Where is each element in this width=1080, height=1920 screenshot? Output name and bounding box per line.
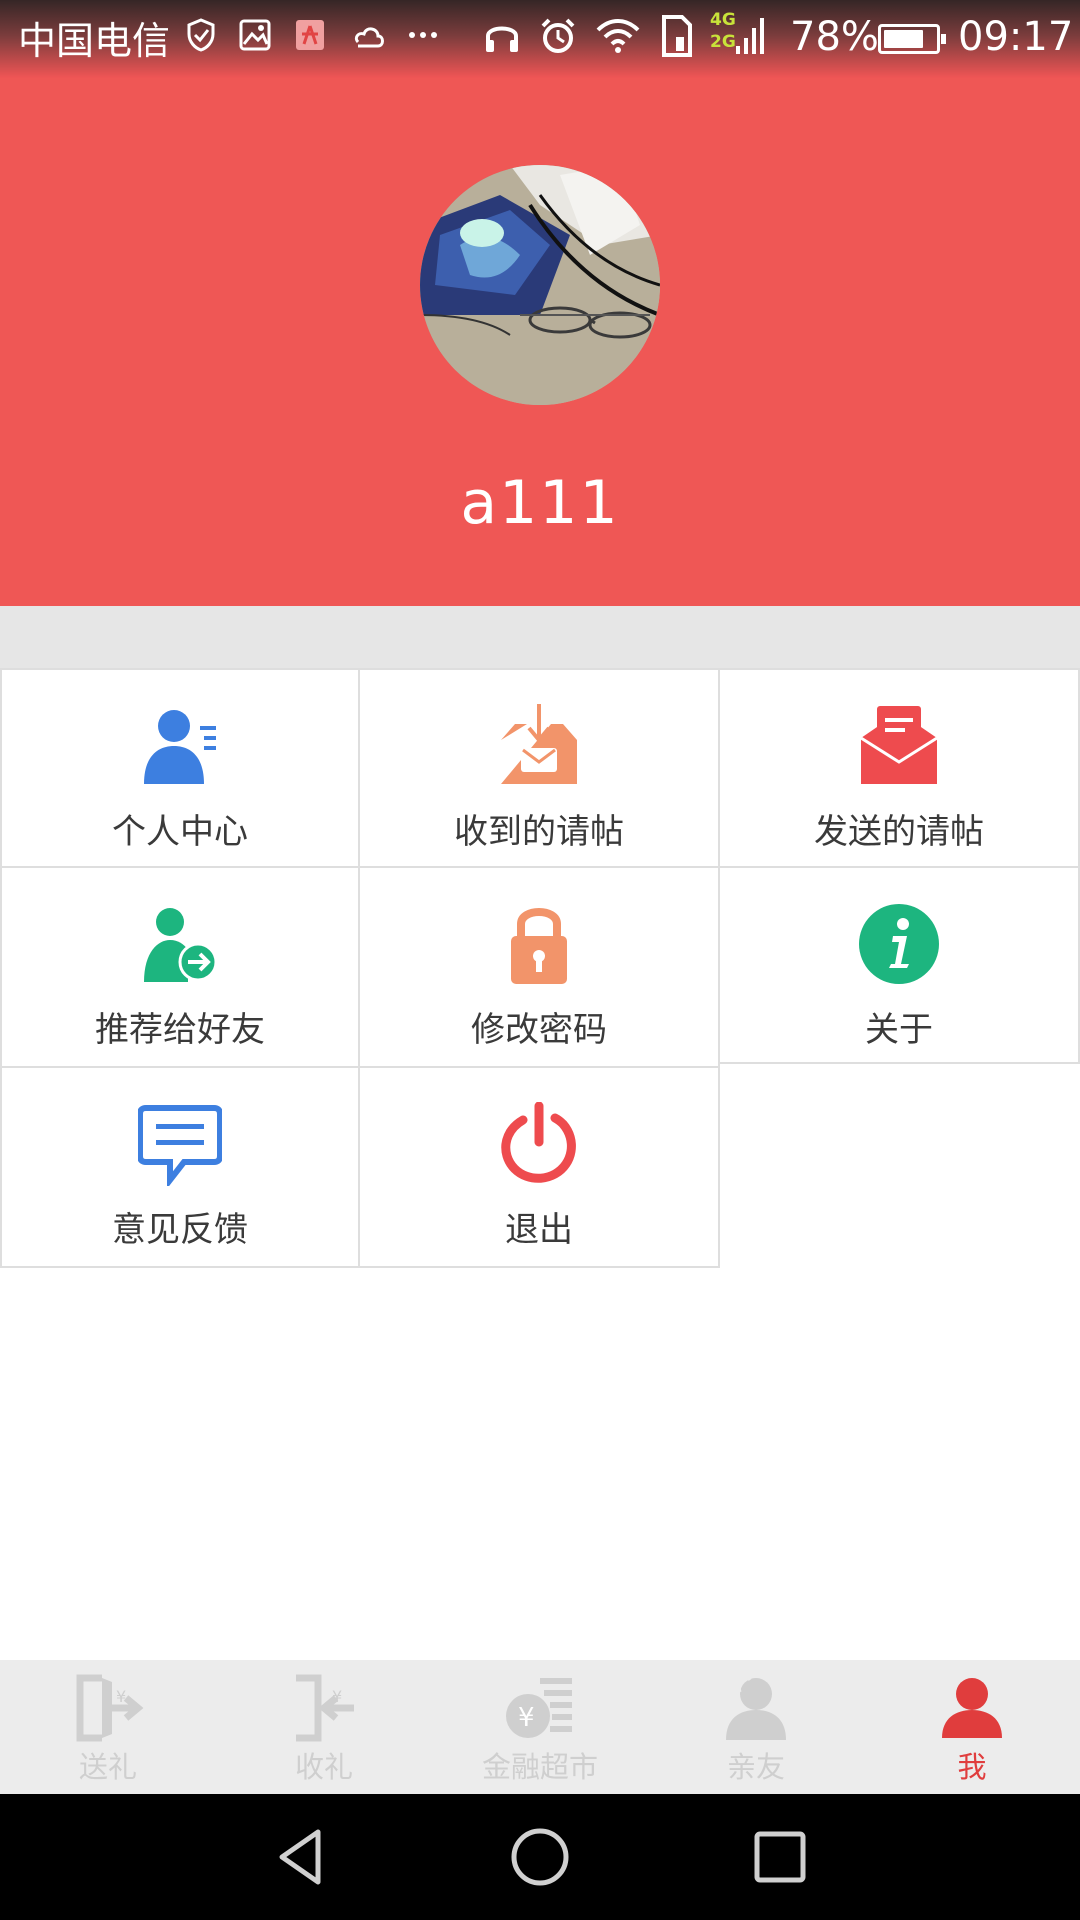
shield-check-icon [187,18,215,52]
menu-label: 意见反馈 [112,1210,248,1250]
tab-label: 我 [957,1750,987,1784]
tab-label: 收礼 [294,1750,353,1784]
user-profile-icon [144,710,216,784]
cloud-icon [354,27,384,48]
signal-indicator: 4G 2G [710,10,766,58]
signal-bars-icon [736,18,764,54]
section-divider [0,606,1080,668]
battery-fill [884,30,923,48]
notification-icons [186,18,438,52]
menu-item-received-invitations[interactable]: 收到的请帖 [358,668,720,868]
tab-receive-gift[interactable]: ¥ 收礼 [216,1660,432,1794]
tab-contacts[interactable]: 亲友 [648,1660,864,1794]
menu-label: 修改密码 [471,1010,607,1050]
info-icon [859,904,939,984]
huawei-app-icon [296,20,324,50]
gallery-icon [239,19,271,51]
tab-send-gift[interactable]: ¥ 送礼 [0,1660,216,1794]
status-bar: 中国电信 4G 2G 78% 09:17 [0,0,1080,78]
menu-item-change-password[interactable]: 修改密码 [358,866,720,1068]
menu-label: 关于 [865,1010,933,1050]
receive-gift-icon: ¥ [296,1674,354,1742]
back-icon[interactable] [266,1822,336,1892]
battery-icon [878,24,946,54]
open-envelope-icon [860,706,938,784]
svg-text:¥: ¥ [518,1703,535,1733]
menu-grid: 个人中心 收到的请帖 发送的请帖 推荐给好友 修改密码 关于 意见反馈 退出 [0,668,1080,1268]
menu-label: 推荐给好友 [95,1010,265,1050]
network-4g-badge: 4G [710,10,736,30]
menu-item-sent-invitations[interactable]: 发送的请帖 [718,668,1080,868]
tab-label: 送礼 [78,1750,137,1784]
home-icon[interactable] [505,1822,575,1892]
me-icon [942,1678,1002,1738]
contacts-icon [726,1675,786,1740]
menu-item-recommend-friends[interactable]: 推荐给好友 [0,866,360,1068]
username: a111 [460,468,620,538]
status-clock: 09:17 [958,14,1074,60]
menu-label: 退出 [505,1210,573,1250]
battery-percent: 78% [790,14,879,60]
share-user-icon [144,908,218,982]
recents-icon[interactable] [745,1822,815,1892]
svg-text:¥: ¥ [116,1687,126,1706]
system-status-icons: 4G 2G [482,10,766,58]
finance-market-icon: ¥ [506,1678,572,1738]
svg-text:¥: ¥ [332,1687,342,1706]
network-2g-badge: 2G [710,32,736,52]
tab-label: 亲友 [726,1750,785,1784]
menu-item-personal-center[interactable]: 个人中心 [0,668,360,868]
bottom-tab-bar: ¥ 送礼 ¥ 收礼 ¥ 金融超市 亲友 我 [0,1660,1080,1794]
system-navigation-bar [0,1794,1080,1920]
menu-label: 发送的请帖 [814,812,984,852]
power-icon [501,1102,576,1183]
menu-label: 收到的请帖 [454,812,624,852]
alarm-icon [541,18,575,53]
tab-finance-market[interactable]: ¥ 金融超市 [432,1660,648,1794]
sim-card-icon [662,15,692,57]
wifi-icon [596,19,640,53]
lock-icon [511,908,567,984]
menu-label: 个人中心 [112,812,248,852]
tab-label: 金融超市 [481,1750,598,1784]
carrier-name: 中国电信 [18,19,171,63]
more-notifications-icon [409,32,437,38]
avatar-photo [420,165,660,405]
headphones-icon [486,26,518,52]
menu-item-feedback[interactable]: 意见反馈 [0,1066,360,1268]
tab-me[interactable]: 我 [864,1660,1080,1794]
send-gift-icon: ¥ [76,1674,144,1742]
profile-header: a111 [0,78,1080,606]
menu-item-logout[interactable]: 退出 [358,1066,720,1268]
menu-item-about[interactable]: 关于 [718,866,1080,1064]
avatar[interactable] [420,165,660,405]
inbox-mail-icon [501,704,577,784]
feedback-chat-icon [138,1105,222,1186]
